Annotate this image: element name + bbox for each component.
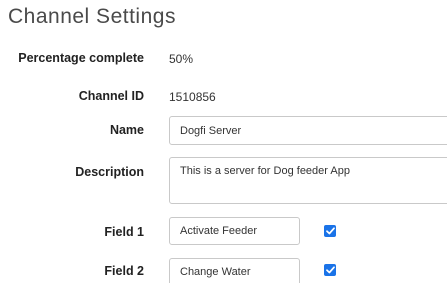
percentage-complete-label: Percentage complete	[18, 51, 144, 65]
channel-id-value: 1510856	[169, 90, 216, 104]
name-label: Name	[109, 123, 144, 137]
page-title: Channel Settings	[8, 5, 176, 28]
description-textarea[interactable]: This is a server for Dog feeder App	[169, 157, 447, 204]
checkmark-icon	[325, 227, 335, 235]
field-1-label: Field 1	[104, 225, 144, 239]
field-1-checkbox[interactable]	[324, 225, 336, 237]
channel-id-label: Channel ID	[78, 89, 144, 103]
field-1-input[interactable]: Activate Feeder	[169, 217, 300, 245]
name-input[interactable]: Dogfi Server	[169, 116, 447, 145]
description-label: Description	[75, 165, 144, 179]
field-2-checkbox[interactable]	[324, 264, 336, 276]
channel-settings-page: Channel Settings Percentage complete 50%…	[0, 0, 447, 283]
percentage-complete-value: 50%	[169, 52, 194, 66]
field-2-input[interactable]: Change Water	[169, 258, 300, 283]
field-2-label: Field 2	[104, 264, 144, 278]
checkmark-icon	[325, 266, 335, 274]
